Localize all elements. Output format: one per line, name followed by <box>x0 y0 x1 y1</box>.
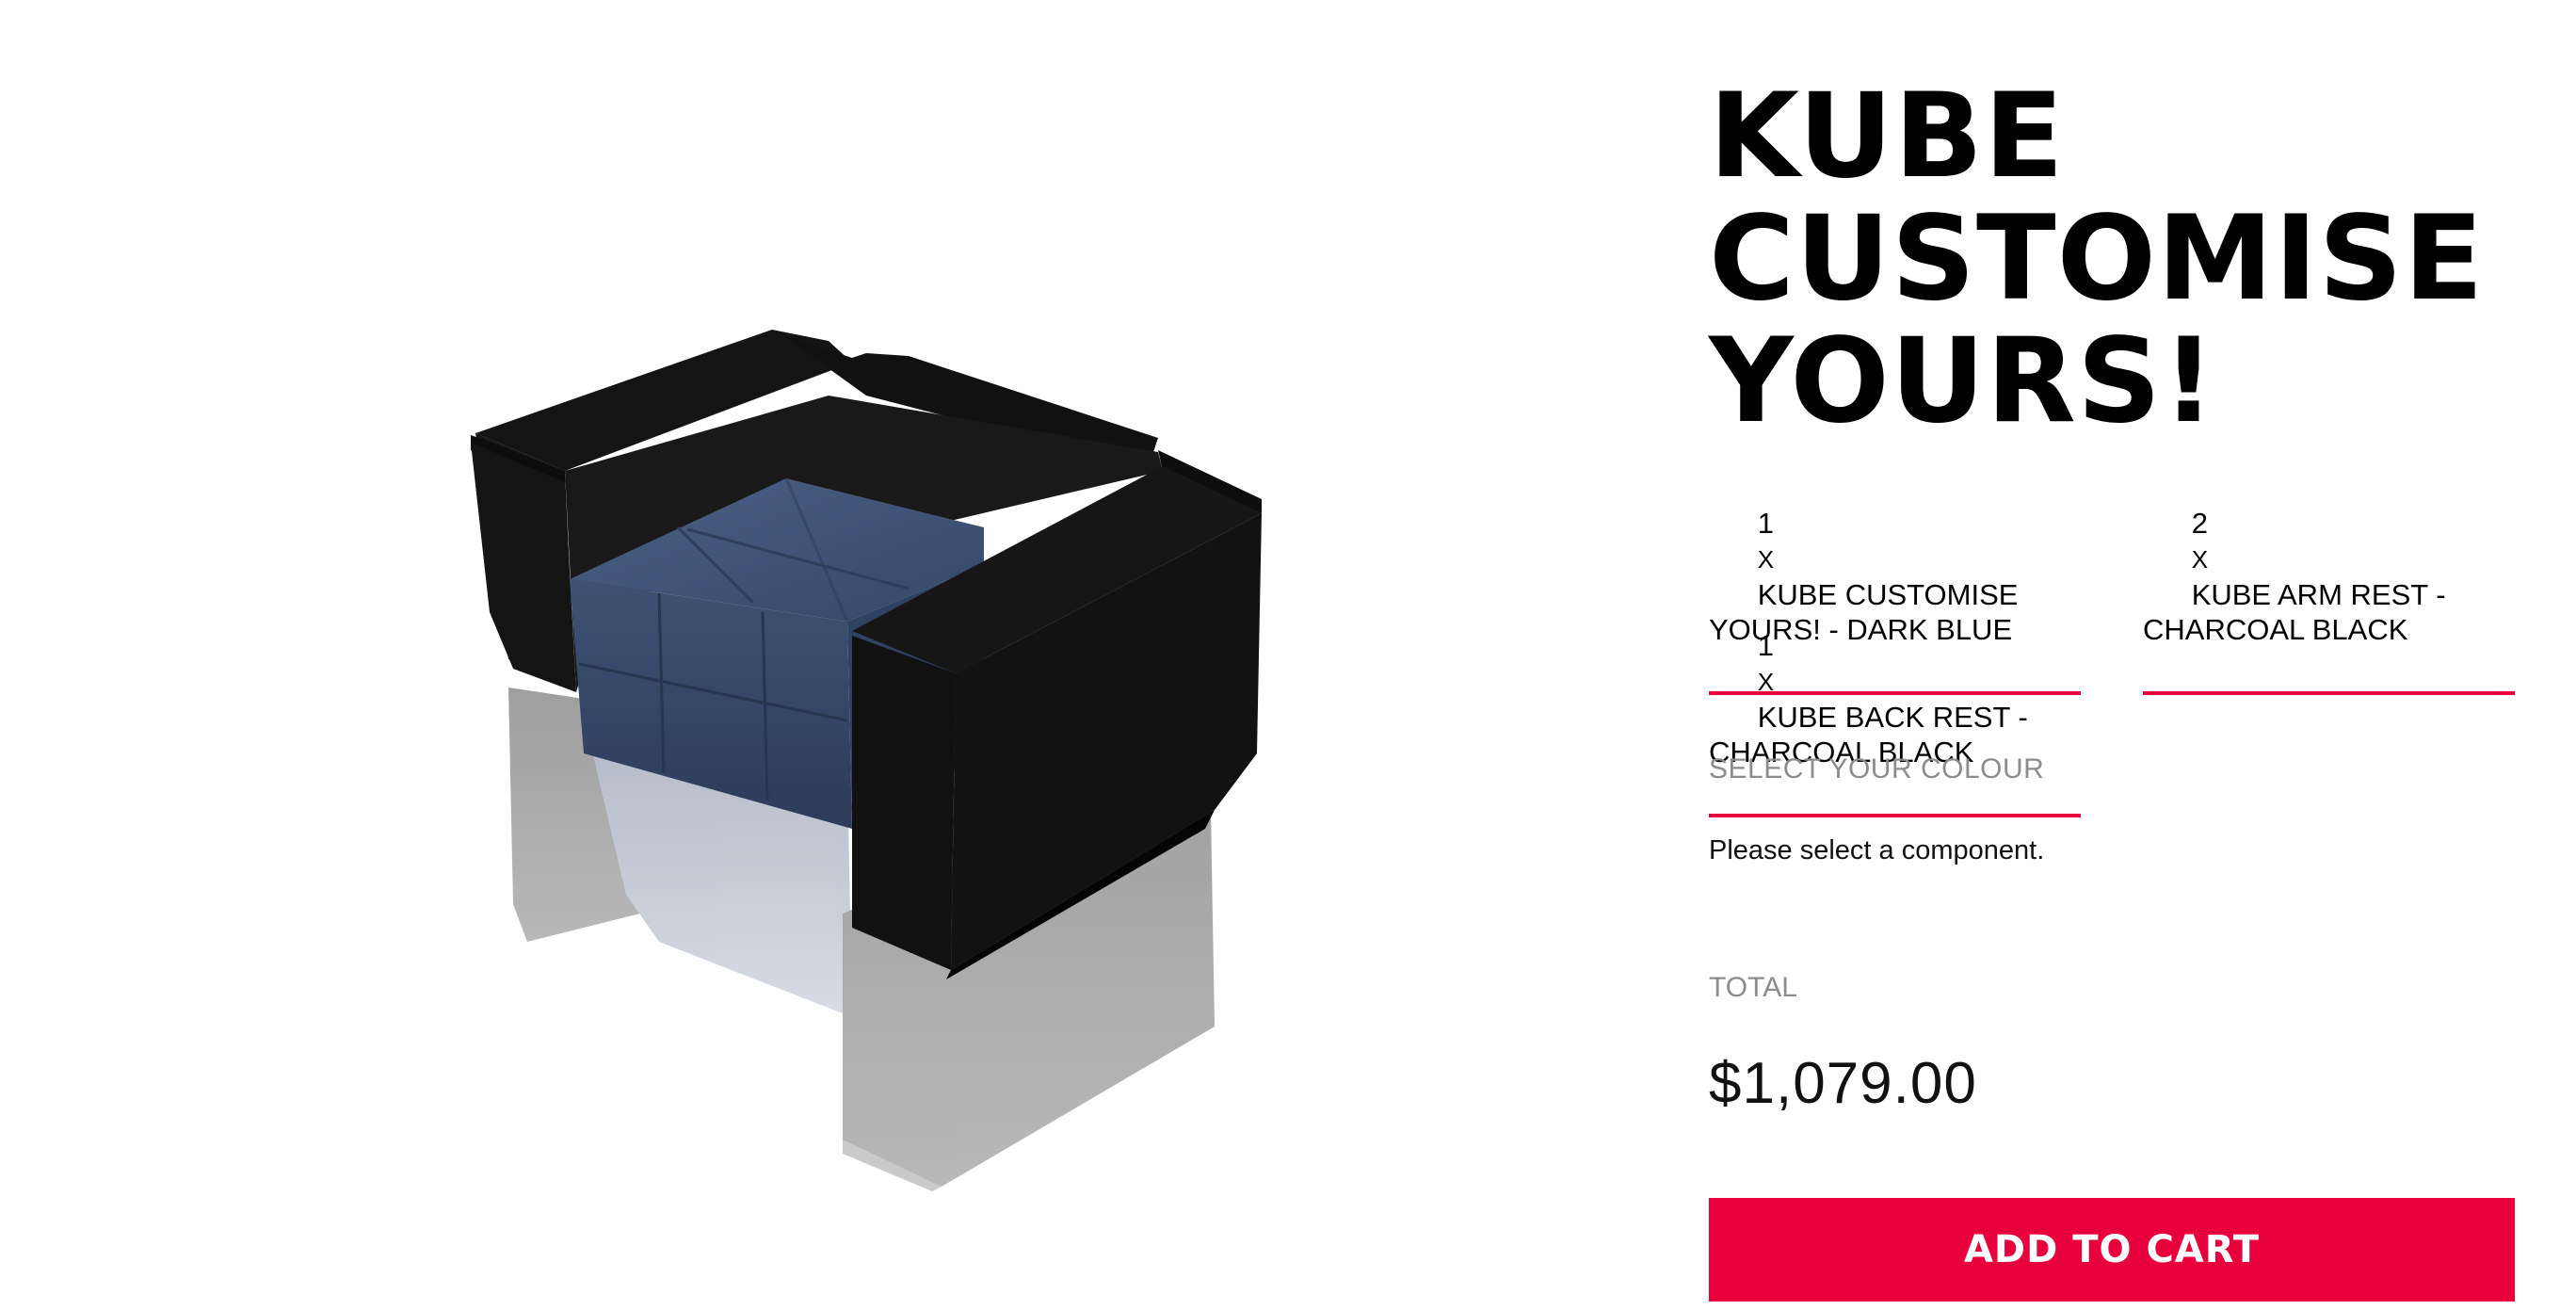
product-title: KUBE CUSTOMISE YOURS! <box>1709 75 2519 443</box>
component-times: x <box>2191 545 2209 574</box>
total-label: TOTAL <box>1709 972 1797 1003</box>
armchair-render[interactable] <box>0 0 1601 1310</box>
component-item-arm-rest[interactable]: 2 x KUBE ARM REST - CHARCOAL BLACK <box>2143 471 2515 695</box>
component-qty: 2 <box>2191 507 2208 540</box>
title-line: KUBE <box>1709 69 2065 204</box>
select-colour-label: SELECT YOUR COLOUR <box>1709 753 2045 784</box>
product-3d-viewer[interactable] <box>0 0 1601 1310</box>
title-line: CUSTOMISE <box>1709 191 2485 327</box>
component-qty: 1 <box>1757 629 1774 662</box>
product-panel: KUBE CUSTOMISE YOURS! 1 x KUBE CUSTOMISE… <box>1709 75 2519 1302</box>
component-qty: 1 <box>1757 507 1774 540</box>
colour-message: Please select a component. <box>1709 835 2045 865</box>
add-to-cart-button[interactable]: ADD TO CART <box>1709 1198 2515 1302</box>
title-line: YOURS! <box>1709 314 2216 449</box>
component-times: x <box>1757 545 1775 574</box>
total-price: $1,079.00 <box>1709 1051 1977 1116</box>
component-name: KUBE ARM REST - CHARCOAL BLACK <box>2143 578 2455 646</box>
component-times: x <box>1757 668 1775 696</box>
